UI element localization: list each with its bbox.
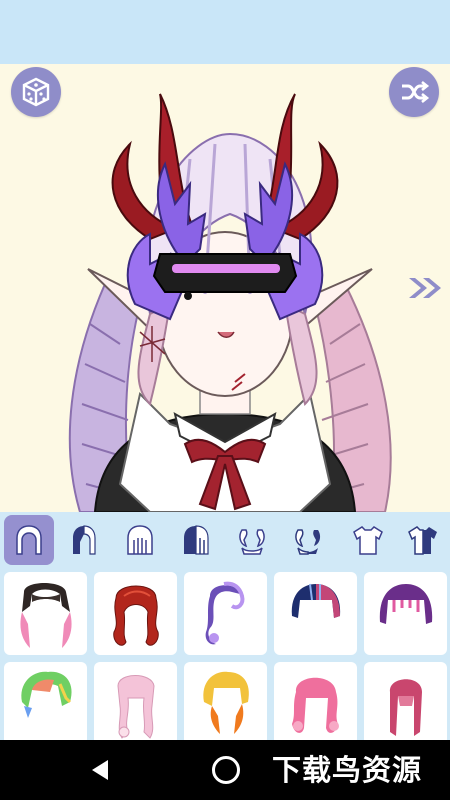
purple-curly-hair-thumbnail	[205, 581, 245, 645]
dice-icon	[22, 77, 50, 107]
hair-item[interactable]	[364, 662, 447, 740]
hair-item[interactable]	[4, 572, 87, 655]
next-page-arrow[interactable]	[406, 275, 444, 301]
hair-item-grid	[0, 568, 450, 740]
back-triangle-icon[interactable]	[88, 758, 112, 782]
pink-curly-hair-thumbnail	[292, 677, 339, 733]
rainbow-messy-hair-thumbnail	[21, 671, 72, 718]
rose-long-hair-thumbnail	[389, 679, 422, 736]
horns-icon	[239, 529, 265, 555]
hair-item[interactable]	[274, 662, 357, 740]
yellow-orange-hair-thumbnail	[203, 671, 249, 734]
shuffle-button[interactable]	[389, 67, 439, 117]
random-button[interactable]	[11, 67, 61, 117]
character-preview	[68, 93, 392, 512]
category-tabs	[0, 512, 450, 568]
tab-hair-back[interactable]	[115, 515, 165, 565]
home-circle-icon[interactable]	[212, 756, 240, 784]
tab-hair-front[interactable]	[4, 515, 54, 565]
horns-variant-icon	[295, 529, 321, 555]
tab-hair-back-variant[interactable]	[171, 515, 221, 565]
tab-horns-variant[interactable]	[283, 515, 333, 565]
hair-front-icon	[16, 525, 42, 555]
purple-magenta-bob-hair-thumbnail	[379, 584, 433, 624]
character-canvas	[0, 64, 450, 512]
shuffle-icon	[402, 80, 430, 104]
pink-long-curly-hair-thumbnail	[117, 675, 155, 739]
tab-horns[interactable]	[227, 515, 277, 565]
red-wavy-hair-thumbnail	[113, 585, 159, 646]
navy-pink-bob-hair-thumbnail	[291, 583, 341, 618]
status-bar	[0, 0, 450, 64]
hair-item[interactable]	[274, 572, 357, 655]
shirt-variant-icon	[408, 526, 437, 555]
black-pink-twintail-hair-thumbnail	[20, 583, 72, 648]
shirt-icon	[353, 526, 383, 555]
hair-item[interactable]	[184, 662, 267, 740]
hair-item[interactable]	[94, 572, 177, 655]
hair-item[interactable]	[364, 572, 447, 655]
tab-hair-front-variant[interactable]	[59, 515, 109, 565]
tab-shirt[interactable]	[343, 515, 393, 565]
watermark: 下载鸟资源	[272, 753, 423, 787]
hair-item[interactable]	[94, 662, 177, 740]
hair-front-variant-icon	[73, 525, 96, 555]
hair-item[interactable]	[184, 572, 267, 655]
hair-item[interactable]	[4, 662, 87, 740]
tab-shirt-variant[interactable]	[398, 515, 448, 565]
hair-back-variant-icon	[184, 525, 209, 555]
hair-back-icon	[127, 525, 153, 555]
